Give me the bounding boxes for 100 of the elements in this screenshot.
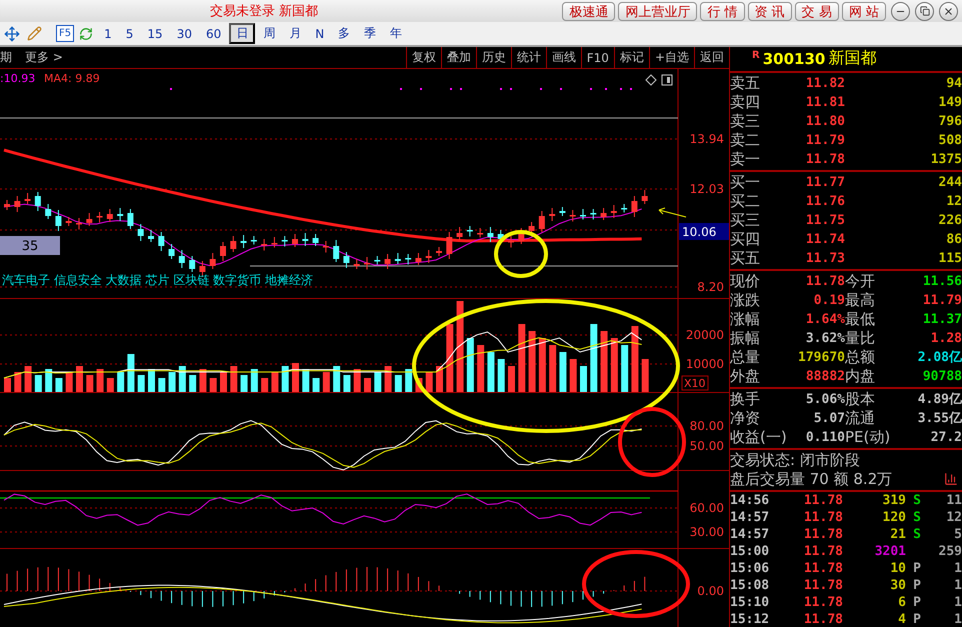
trade-volume: 21 (889, 527, 906, 542)
trade-flag-label: S (912, 527, 922, 542)
stat-value: 11.79 (922, 292, 962, 308)
nav-link-button[interactable]: 资 讯 (748, 2, 792, 20)
period-tab[interactable]: 周 (257, 23, 282, 44)
trade-count: 1 (953, 612, 962, 627)
nav-link-button[interactable]: 极速通 (562, 2, 616, 20)
indicator-legend: MA4: 9.89 (44, 72, 100, 85)
axis-tick-label: 60.00 (690, 501, 724, 515)
stat-label: 内盘 (845, 366, 876, 386)
order-level-label: 买一 (730, 172, 761, 192)
stat-label: 总额 (845, 348, 876, 367)
stat-label: 现价 (730, 272, 761, 291)
order-level-label: 卖一 (730, 150, 761, 169)
order-price: 11.75 (804, 212, 845, 228)
axis-tick-label: 8.20 (697, 280, 724, 294)
trade-volume: 10 (889, 560, 906, 576)
order-volume: 226 (938, 212, 962, 228)
trade-count: 1 (953, 560, 962, 576)
stock-name: 新国都 (828, 48, 876, 70)
order-level-label: 卖三 (730, 112, 761, 131)
trade-price: 11.78 (802, 544, 843, 559)
order-volume: 508 (938, 132, 962, 148)
order-price: 11.79 (804, 132, 845, 148)
order-price: 11.82 (804, 76, 845, 91)
stat-value: 1.64% (804, 312, 845, 327)
stat-value: 90788 (922, 368, 962, 384)
trade-time: 14:57 (730, 527, 770, 542)
trade-price: 11.78 (802, 510, 843, 526)
nav-link-button[interactable]: 网 站 (842, 2, 886, 20)
nav-link-button[interactable]: 交 易 (794, 2, 839, 20)
axis-tick-label: 80.00 (690, 419, 724, 433)
period-tab[interactable]: 季 (358, 23, 382, 44)
trade-time: 15:10 (730, 594, 770, 610)
stat-label: 净资 (730, 408, 761, 428)
trade-price: 11.78 (802, 527, 843, 542)
order-price: 11.76 (804, 194, 845, 209)
stat-value: 5.07 (812, 410, 845, 426)
order-price: 11.78 (804, 152, 845, 167)
stat-label: 股本 (845, 390, 876, 409)
stat-label: 涨幅 (730, 310, 761, 329)
order-volume: 1375 (930, 152, 962, 167)
order-level-label: 买四 (730, 230, 761, 249)
axis-tick-label: 0.00 (697, 584, 724, 598)
trade-volume: 120 (882, 510, 906, 526)
order-level-label: 买二 (730, 192, 761, 211)
indicator-legend: :10.93 (0, 72, 36, 85)
trade-time: 15:08 (730, 578, 770, 593)
stat-label: 外盘 (730, 366, 761, 386)
period-tab[interactable]: 30 (170, 23, 198, 44)
axis-tick-label: 12.03 (690, 182, 724, 196)
trading-status: 盘后交易量 70 额 8.2万 (730, 470, 892, 489)
order-volume: 94 (945, 76, 962, 91)
order-price: 11.81 (804, 94, 845, 110)
period-tab[interactable]: 5 (120, 23, 140, 44)
stat-value: 3.62% (804, 330, 845, 346)
trade-count: 1 (953, 594, 962, 610)
refresh-key-button[interactable]: F5 (56, 25, 74, 42)
stat-value: 2.08亿 (916, 349, 962, 366)
trade-flag-label: S (912, 493, 922, 508)
stat-value: 11.37 (922, 312, 962, 327)
nav-link-button[interactable]: 网上营业厅 (618, 2, 698, 20)
trade-volume: 319 (882, 493, 906, 508)
stat-value: 5.06% (804, 392, 845, 407)
trade-count: 259 (938, 544, 962, 559)
axis-tick-label: 13.94 (690, 132, 724, 146)
trade-count: 1 (953, 578, 962, 593)
order-level-label: 买五 (730, 248, 761, 268)
period-tab[interactable]: 15 (141, 23, 169, 44)
stat-label: 量比 (845, 328, 876, 348)
trade-flag-label: P (912, 612, 922, 627)
order-volume: 115 (938, 250, 962, 266)
price-tag: 10.06 (679, 223, 729, 240)
trade-time: 14:56 (730, 493, 770, 508)
stat-label: 涨跌 (730, 290, 761, 310)
period-tab[interactable]: 日 (229, 23, 256, 44)
trade-price: 11.78 (802, 560, 843, 576)
order-volume: 12 (945, 194, 962, 209)
value-badge: 35 (0, 236, 60, 255)
concept-tags: 汽车电子 信息安全 大数据 芯片 区块链 数字货币 地摊经济 (2, 273, 313, 287)
period-tab[interactable]: 1 (98, 23, 118, 44)
nav-link-button[interactable]: 行 情 (700, 2, 745, 20)
axis-tick-label: 30.00 (690, 525, 724, 539)
period-tab[interactable]: 多 (332, 23, 356, 44)
period-tab[interactable]: 年 (384, 23, 408, 44)
period-tab[interactable]: N (309, 23, 330, 44)
period-tab[interactable]: 月 (283, 23, 308, 44)
trade-time: 15:00 (730, 544, 770, 559)
trade-time: 14:57 (730, 510, 770, 526)
period-tab[interactable]: 60 (200, 23, 228, 44)
order-level-label: 卖二 (730, 130, 761, 150)
stat-value: 179670 (797, 350, 845, 365)
stat-value: 3.55亿 (916, 410, 962, 428)
order-price: 11.74 (804, 232, 845, 247)
stat-label: 总量 (730, 348, 761, 367)
trade-volume: 4 (897, 612, 906, 627)
quote-mark: R (752, 50, 760, 61)
trade-time: 15:06 (730, 560, 770, 576)
trade-volume: 3201 (874, 544, 906, 559)
trade-count: 5 (953, 527, 962, 542)
